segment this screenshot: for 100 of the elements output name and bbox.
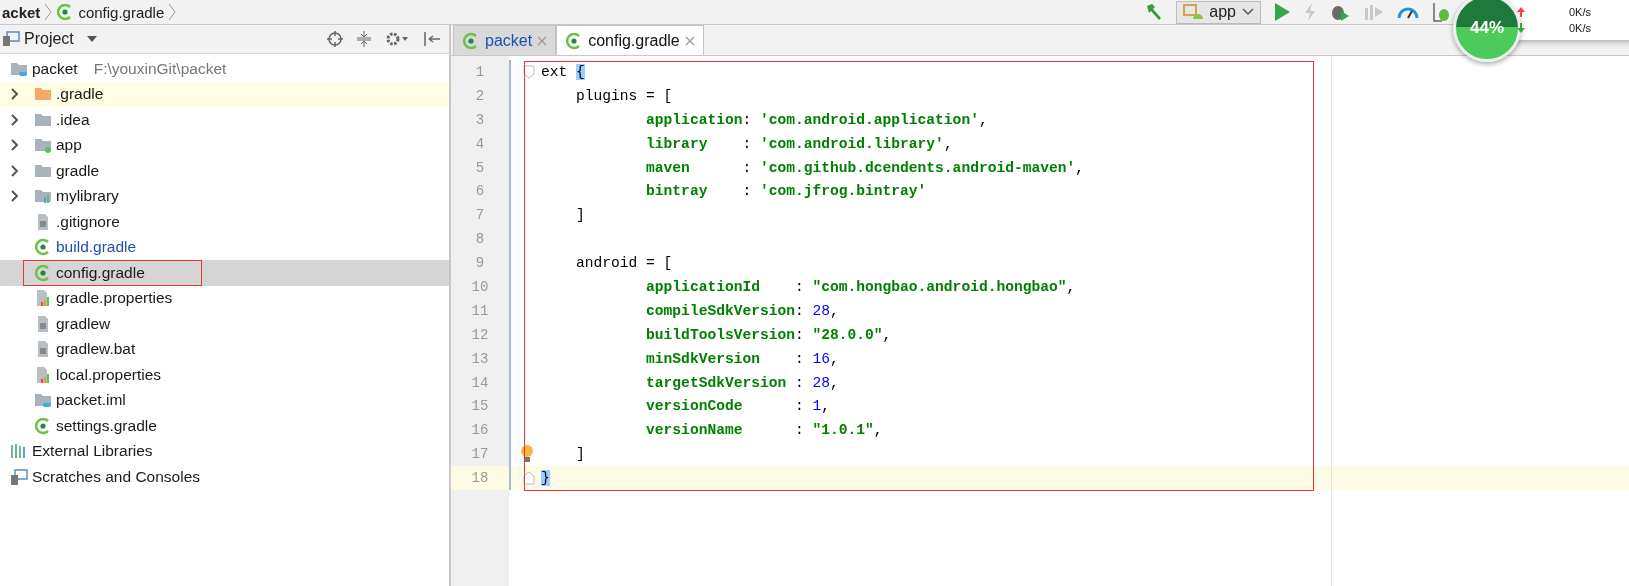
project-path: F:\youxinGit\packet [93, 59, 227, 78]
line-number: 11 [451, 298, 509, 323]
breadcrumb-item[interactable]: acket [2, 3, 41, 21]
caret-icon[interactable] [85, 35, 98, 43]
line-number: 16 [451, 418, 509, 443]
lightbulb-icon[interactable] [519, 444, 535, 465]
tree-row[interactable]: mylibrary [0, 183, 449, 209]
breadcrumb-item[interactable]: config.gradle [78, 3, 165, 21]
tree-row[interactable]: gradle.properties [0, 285, 449, 311]
fold-marker-icon[interactable] [523, 471, 535, 486]
folder-icon [34, 187, 52, 206]
code-line: minSdkVersion : 16, [645, 350, 839, 367]
file-name: .gradle [56, 85, 104, 104]
tree-row[interactable]: settings.gradle [0, 413, 449, 439]
file-name: packet.iml [56, 391, 126, 410]
line-number: 3 [451, 107, 509, 132]
code-line: application: 'com.android.application', [645, 111, 988, 128]
download-arrow-icon [1517, 23, 1525, 33]
line-number: 1 [451, 60, 509, 84]
code-line: buildToolsVersion: "28.0.0", [645, 326, 892, 343]
code-line: ] [575, 207, 585, 224]
folder-icon [34, 136, 52, 155]
collapse-icon[interactable] [357, 31, 371, 47]
hide-panel-icon[interactable] [423, 31, 441, 47]
caret-icon [1242, 8, 1254, 16]
file-name: .idea [56, 110, 90, 129]
line-number: 5 [451, 155, 509, 180]
code-line: applicationId : "com.hongbao.android.hongbao", [645, 278, 1076, 295]
code-line: plugins = [ [575, 87, 673, 104]
editor-tab[interactable]: packet [453, 25, 557, 55]
android-icon [1183, 4, 1204, 20]
libraries-icon [10, 442, 28, 461]
tree-row[interactable]: app [0, 132, 449, 158]
locate-icon[interactable] [327, 31, 343, 47]
line-number: 12 [451, 322, 509, 347]
line-number: 8 [451, 227, 509, 252]
code-line: ext { [541, 63, 585, 80]
line-number: 2 [451, 83, 509, 108]
properties-file-icon [34, 289, 52, 308]
upload-arrow-icon [1517, 7, 1525, 17]
file-name: app [56, 136, 82, 155]
attach-debugger-icon[interactable] [1431, 1, 1451, 23]
upload-rate: 0K/s [1569, 6, 1591, 18]
project-view-icon [2, 31, 20, 47]
code-line: versionCode : 1, [645, 398, 831, 415]
gear-icon[interactable] [385, 31, 409, 47]
run-config-dropdown[interactable]: app [1176, 0, 1261, 24]
editor-tab[interactable]: config.gradle [556, 25, 704, 55]
line-number: 10 [451, 275, 509, 299]
line-number: 7 [451, 203, 509, 228]
code-line: android = [ [575, 255, 673, 272]
memory-percent-badge: 44% [1453, 0, 1521, 62]
tree-row[interactable]: config.gradle [0, 260, 449, 286]
file-name: build.gradle [56, 238, 137, 257]
chevron-icon [168, 3, 177, 21]
tree-row[interactable]: .gradle [0, 81, 449, 107]
code-line: bintray : 'com.jfrog.bintray' [645, 183, 927, 200]
download-rate: 0K/s [1569, 22, 1591, 34]
code-line: maven : 'com.github.dcendents.android-maven', [645, 159, 1084, 176]
close-icon[interactable] [684, 35, 695, 46]
tree-row[interactable]: packet F:\youxinGit\packet [0, 56, 449, 82]
tree-row[interactable]: gradlew [0, 311, 449, 337]
code-line: ] [575, 446, 585, 463]
line-number: 6 [451, 179, 509, 204]
code-line: versionName : "1.0.1", [645, 422, 883, 439]
file-name: local.properties [56, 365, 162, 384]
chevron-icon [44, 3, 53, 21]
tree-row[interactable]: local.properties [0, 362, 449, 388]
file-name: Scratches and Consoles [32, 467, 200, 486]
tree-row[interactable]: gradle [0, 158, 449, 184]
play-icon[interactable] [1273, 2, 1291, 22]
properties-file-icon [34, 365, 52, 384]
file-name: gradle [56, 161, 100, 180]
folder-icon [34, 391, 52, 410]
file-name: mylibrary [56, 187, 119, 206]
file-name: settings.gradle [56, 416, 157, 435]
file-name: .gitignore [56, 212, 120, 231]
code-line: compileSdkVersion: 28, [645, 302, 839, 319]
line-number: 14 [451, 370, 509, 395]
panel-title[interactable]: Project [24, 30, 74, 48]
tree-row[interactable]: packet.iml [0, 387, 449, 413]
tree-row[interactable]: .idea [0, 107, 449, 133]
file-name: gradlew.bat [56, 340, 136, 359]
file-name: gradle.properties [56, 289, 173, 308]
tree-row[interactable]: Scratches and Consoles [0, 464, 449, 490]
fold-marker-icon[interactable] [523, 64, 535, 79]
line-number: 15 [451, 394, 509, 419]
line-number: 4 [451, 131, 509, 156]
file-name: packet [32, 59, 78, 78]
line-number: 13 [451, 346, 509, 371]
scratches-icon [10, 467, 28, 486]
tree-row[interactable]: .gitignore [0, 209, 449, 235]
tree-row[interactable]: gradlew.bat [0, 336, 449, 362]
file-name: gradlew [56, 314, 111, 333]
file-name: config.gradle [56, 263, 145, 282]
code-line: library : 'com.android.library', [645, 135, 953, 152]
file-name: External Libraries [32, 442, 153, 461]
tree-row[interactable]: External Libraries [0, 438, 449, 464]
tree-row[interactable]: build.gradle [0, 234, 449, 260]
code-line: targetSdkVersion : 28, [645, 374, 839, 391]
